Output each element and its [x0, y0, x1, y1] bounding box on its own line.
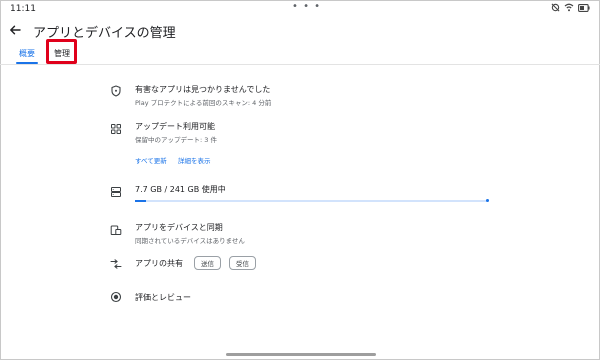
wifi-icon — [564, 3, 574, 12]
updates-subtitle: 保留中のアップデート: 3 件 — [135, 136, 217, 144]
share-title: アプリの共有 — [135, 259, 183, 268]
tab-divider — [0, 64, 600, 65]
device-sync-icon — [110, 225, 122, 235]
storage-title: 7.7 GB / 241 GB 使用中 — [135, 185, 226, 194]
battery-icon — [578, 3, 590, 12]
star-badge-icon — [110, 291, 122, 303]
tab-overview[interactable]: 概要 — [19, 48, 35, 59]
update-all-link[interactable]: すべて更新 — [135, 155, 167, 165]
storage-icon — [111, 187, 121, 197]
apps-grid-icon — [111, 124, 121, 134]
status-icons — [551, 3, 590, 12]
highlight-box — [46, 39, 77, 64]
receive-button[interactable]: 受信 — [229, 256, 256, 270]
gesture-nav-handle[interactable] — [226, 353, 376, 356]
sync-subtitle: 同期されているデバイスはありません — [135, 237, 245, 245]
dnd-icon — [551, 3, 560, 12]
more-dots-icon: • • • — [292, 1, 322, 12]
reviews-title: 評価とレビュー — [135, 293, 191, 302]
protect-subtitle: Play プロテクトによる前回のスキャン: 4 分前 — [135, 99, 272, 107]
show-details-link[interactable]: 詳細を表示 — [178, 155, 211, 165]
updates-title: アップデート利用可能 — [135, 122, 215, 131]
shield-icon — [111, 85, 121, 97]
storage-bar-track — [135, 200, 488, 202]
share-arrows-icon — [110, 259, 122, 269]
storage-bar-fill — [135, 200, 146, 202]
storage-bar-end-dot — [486, 199, 489, 202]
back-arrow-icon[interactable] — [7, 22, 23, 38]
protect-title: 有害なアプリは見つかりませんでした — [135, 85, 271, 94]
screen-frame — [0, 0, 600, 360]
status-time: 11:11 — [10, 4, 36, 14]
send-button[interactable]: 送信 — [194, 256, 221, 270]
sync-title: アプリをデバイスと同期 — [135, 223, 223, 232]
